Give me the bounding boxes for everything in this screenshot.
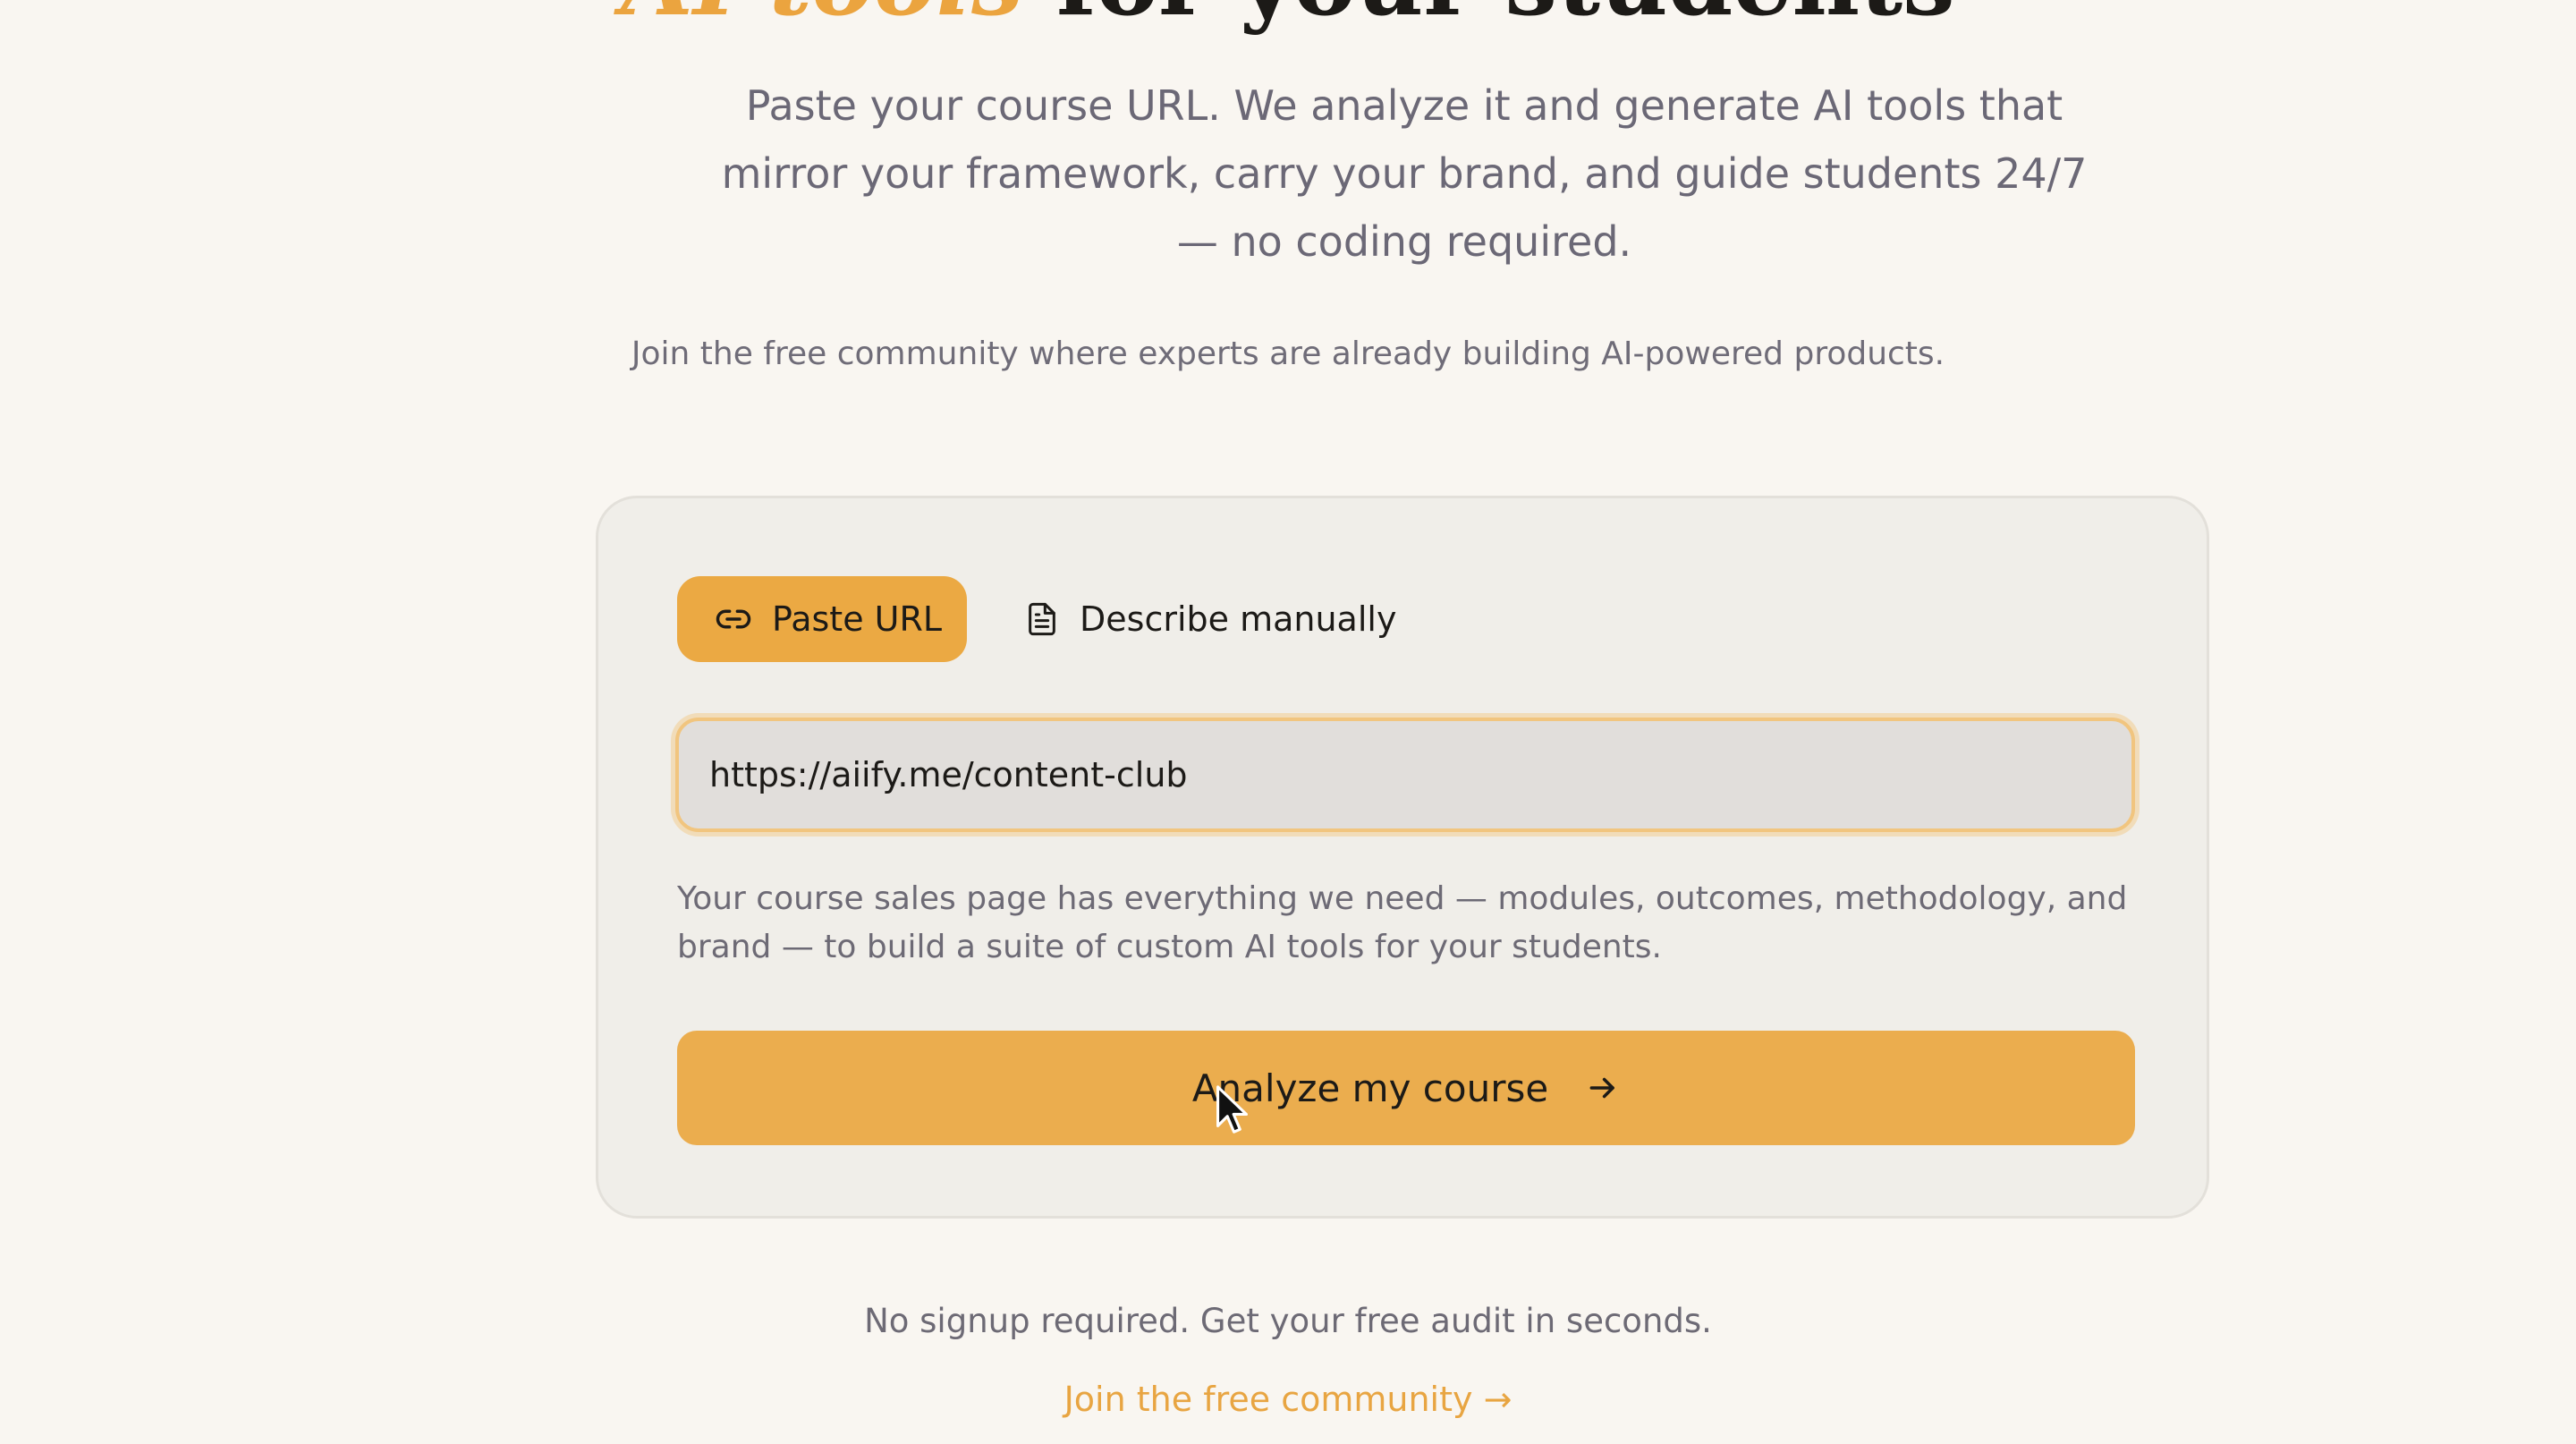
course-input-card: Paste URL Describe manually Your course … <box>596 496 2209 1219</box>
link-icon <box>716 609 751 629</box>
tab-paste-url[interactable]: Paste URL <box>677 576 967 662</box>
tab-describe-manually[interactable]: Describe manually <box>1024 576 1436 662</box>
hero-title: AI tools for your students <box>0 0 2576 29</box>
analyze-course-button[interactable]: Analyze my course <box>677 1031 2135 1145</box>
hero-title-accent: AI tools <box>621 0 1023 37</box>
hero-title-rest: for your students <box>1024 0 1955 37</box>
course-url-input[interactable] <box>675 718 2135 832</box>
community-tagline: Join the free community where experts ar… <box>631 336 1945 372</box>
url-helper-text: Your course sales page has everything we… <box>677 880 2128 965</box>
tab-describe-manually-label: Describe manually <box>1080 599 1397 639</box>
analyze-course-label: Analyze my course <box>1191 1066 1549 1110</box>
join-community-link[interactable]: Join the free community → <box>0 1375 2576 1423</box>
arrow-right-icon <box>1589 1077 1615 1099</box>
no-signup-note: No signup required. Get your free audit … <box>864 1302 1712 1340</box>
tab-paste-url-label: Paste URL <box>772 599 943 639</box>
document-icon <box>1029 602 1055 636</box>
hero-subtitle: Paste your course URL. We analyze it and… <box>721 81 2088 266</box>
